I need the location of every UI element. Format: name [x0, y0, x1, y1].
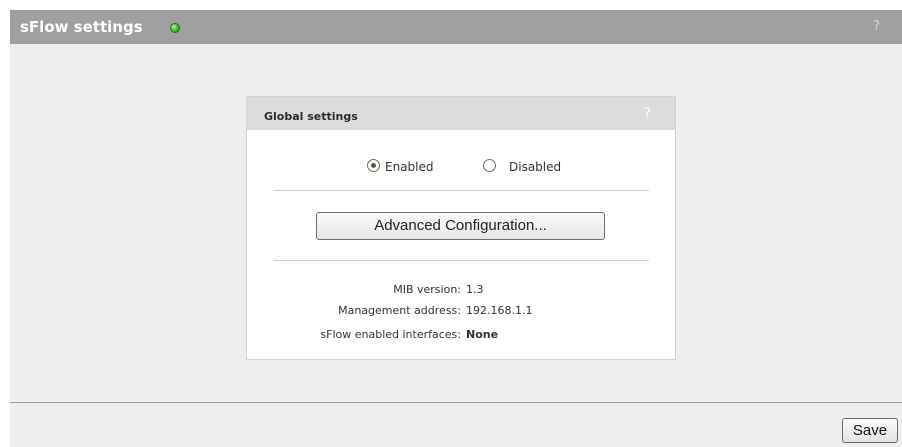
- panel-title: Global settings: [264, 110, 358, 123]
- sflow-state-radio-group: Enabled Disabled: [247, 157, 675, 177]
- management-address-label: Management address:: [338, 304, 461, 317]
- panel-help-icon[interactable]: ?: [644, 106, 651, 122]
- divider: [274, 190, 649, 192]
- help-icon[interactable]: ?: [873, 19, 880, 34]
- status-led-icon: [170, 23, 180, 33]
- sflow-interfaces-value: None: [466, 328, 499, 341]
- mib-version-value: 1.3: [466, 283, 484, 296]
- page-title: sFlow settings: [20, 18, 143, 36]
- sflow-interfaces-row: sFlow enabled interfaces: None: [247, 328, 675, 346]
- disabled-radio[interactable]: [483, 159, 496, 172]
- global-settings-panel: Global settings ? Enabled Disabled Advan…: [246, 96, 676, 360]
- save-button[interactable]: Save: [842, 418, 898, 443]
- title-bar: sFlow settings ?: [10, 10, 902, 44]
- mib-version-row: MIB version: 1.3: [247, 283, 675, 301]
- panel-header: Global settings ?: [247, 97, 675, 130]
- enabled-radio[interactable]: [367, 159, 380, 172]
- sflow-interfaces-label: sFlow enabled interfaces:: [320, 328, 461, 341]
- footer-bar: Save: [10, 403, 902, 447]
- enabled-radio-label[interactable]: Enabled: [385, 160, 434, 174]
- disabled-radio-label[interactable]: Disabled: [509, 160, 561, 174]
- advanced-configuration-button[interactable]: Advanced Configuration...: [316, 212, 605, 240]
- mib-version-label: MIB version:: [393, 283, 461, 296]
- management-address-value: 192.168.1.1: [466, 304, 533, 317]
- main-frame: sFlow settings ? Global settings ? Enabl…: [10, 10, 902, 447]
- divider: [274, 260, 649, 262]
- management-address-row: Management address: 192.168.1.1: [247, 304, 675, 322]
